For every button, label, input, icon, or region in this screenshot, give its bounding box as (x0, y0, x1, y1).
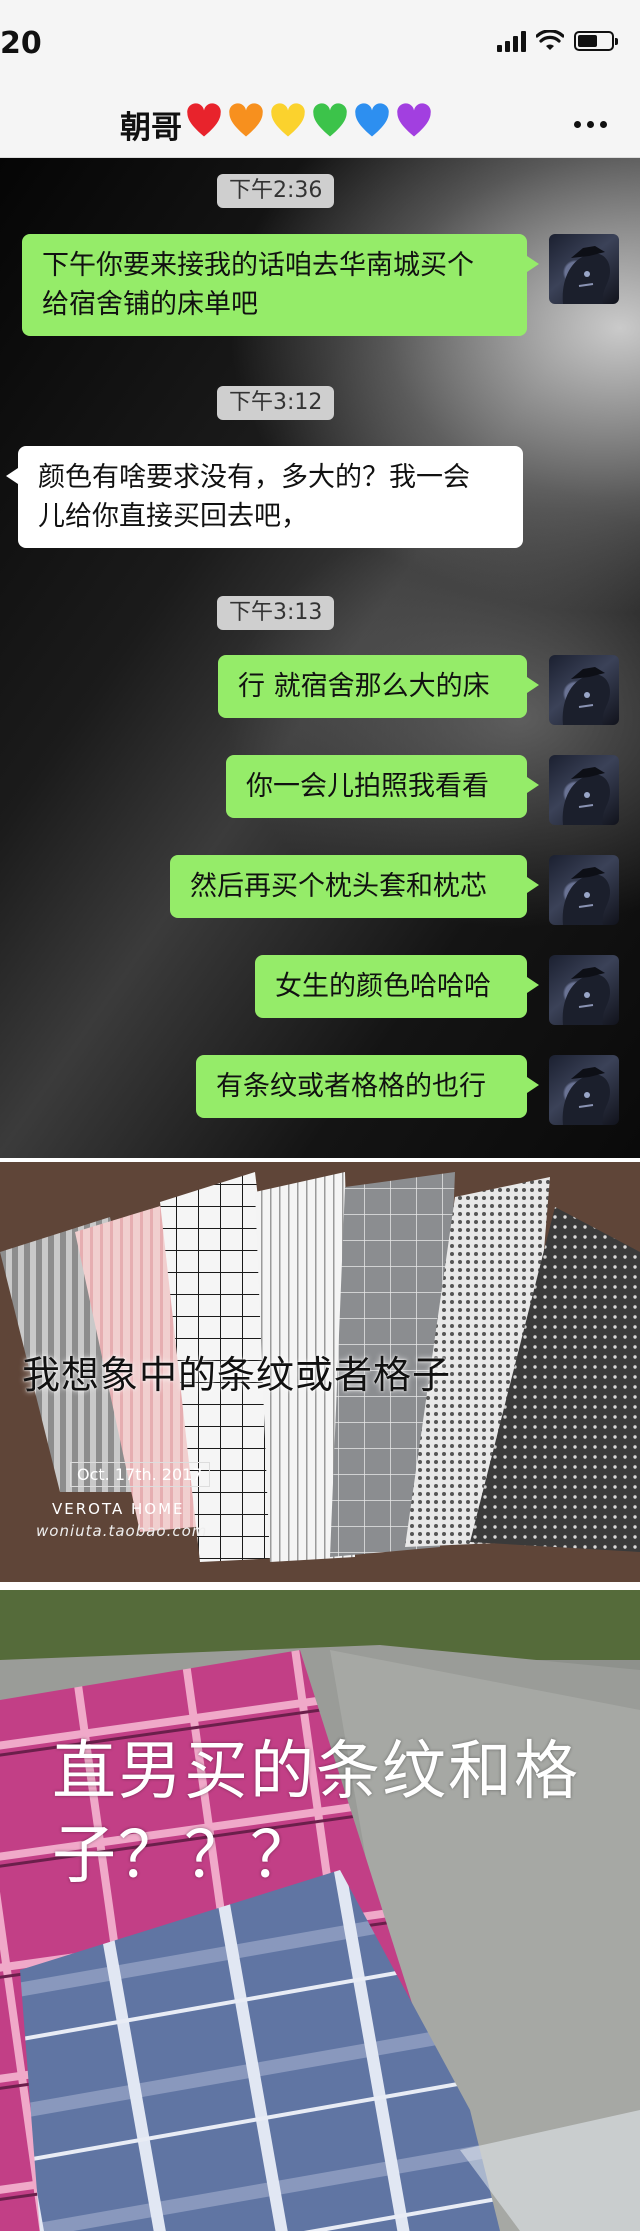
more-dots-icon[interactable] (562, 104, 618, 144)
fabric-caption: 我想象中的条纹或者格子 (22, 1353, 452, 1397)
message-bubble-sent[interactable]: 你一会儿拍照我看看 (226, 755, 539, 818)
green-heart-icon (313, 103, 347, 137)
time-stamp: 下午3:12 (217, 386, 335, 420)
user-avatar[interactable] (549, 234, 619, 304)
time-stamp: 下午2:36 (217, 174, 335, 208)
pillow-image (0, 1590, 640, 2231)
message-line: 儿给你直接买回去吧， (38, 501, 308, 532)
orange-heart-icon (229, 103, 263, 137)
user-avatar[interactable] (549, 955, 619, 1025)
message-bubble-sent[interactable]: 下午你要来接我的话咱去华南城买个 给宿舍铺的床单吧 (22, 234, 539, 336)
message-bubble-sent[interactable]: 行 就宿舍那么大的床 (218, 655, 539, 718)
pillow-caption: 直男买的条纹和格子？？？ (52, 1735, 580, 1893)
fabric-photo: 我想象中的条纹或者格子 Oct. 17th. 2017 VEROTA HOME … (0, 1162, 640, 1582)
watermark-url: woniuta.taobao.com (36, 1522, 208, 1540)
message-bubble-sent[interactable]: 然后再买个枕头套和枕芯 (170, 855, 539, 918)
yellow-heart-icon (271, 103, 305, 137)
chat-header: 朝哥 (0, 88, 640, 158)
status-bar: 20 (0, 0, 640, 88)
watermark-date: Oct. 17th. 2017 (70, 1462, 210, 1487)
user-avatar[interactable] (549, 655, 619, 725)
message-line: 给宿舍铺的床单吧 (42, 289, 258, 320)
message-line: 下午你要来接我的话咱去华南城买个 (42, 250, 474, 281)
user-avatar[interactable] (549, 855, 619, 925)
red-heart-icon (187, 103, 221, 137)
contact-name[interactable]: 朝哥 (120, 102, 182, 147)
user-avatar[interactable] (549, 1055, 619, 1125)
message-line: 你一会儿拍照我看看 (246, 771, 489, 802)
wifi-icon (536, 30, 564, 50)
image-divider (0, 1582, 640, 1590)
contact-name-emoji (185, 102, 433, 140)
purple-heart-icon (397, 103, 431, 137)
cellular-signal-icon (497, 30, 526, 52)
message-line: 有条纹或者格格的也行 (216, 1071, 486, 1102)
battery-icon (574, 31, 618, 51)
message-line: 然后再买个枕头套和枕芯 (190, 871, 487, 902)
message-bubble-sent[interactable]: 女生的颜色哈哈哈 (255, 955, 539, 1018)
status-time: 20 (0, 26, 42, 61)
blue-heart-icon (355, 103, 389, 137)
message-bubble-received[interactable]: 颜色有啥要求没有，多大的？我一会 儿给你直接买回去吧， (6, 446, 523, 548)
message-line: 行 就宿舍那么大的床 (238, 671, 490, 702)
pillow-photo: 直男买的条纹和格子？？？ (0, 1590, 640, 2231)
message-line: 颜色有啥要求没有，多大的？我一会 (38, 462, 470, 493)
message-bubble-sent[interactable]: 有条纹或者格格的也行 (196, 1055, 539, 1118)
watermark-brand: VEROTA HOME (52, 1500, 185, 1518)
message-line: 女生的颜色哈哈哈 (275, 971, 491, 1002)
chat-message-list[interactable]: 下午2:36 下午你要来接我的话咱去华南城买个 给宿舍铺的床单吧 下午3:12 … (0, 158, 640, 1158)
time-stamp: 下午3:13 (217, 596, 335, 630)
user-avatar[interactable] (549, 755, 619, 825)
status-icons (497, 30, 618, 52)
